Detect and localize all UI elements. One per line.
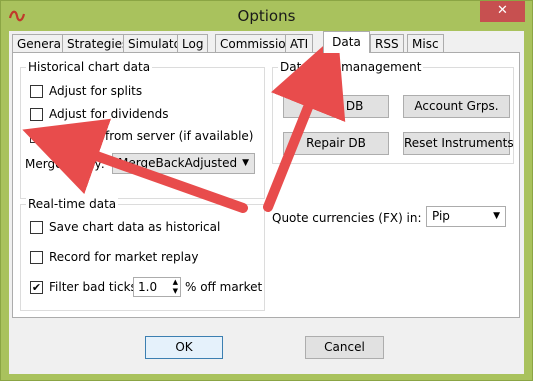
realtime-group: Real-time data Save chart data as histor… [20, 197, 265, 311]
quote-currencies-select[interactable]: Pip ▼ [426, 206, 506, 227]
account-groups-button[interactable]: Account Grps. [403, 95, 510, 118]
realtime-group-title: Real-time data [26, 197, 119, 211]
adjust-dividends-checkbox[interactable] [30, 107, 43, 121]
database-group: Database management Reset DB Account Grp… [272, 60, 514, 164]
tab-general[interactable]: General [12, 34, 70, 52]
filter-percent-value: 1.0 [138, 280, 158, 294]
ok-button[interactable]: OK [145, 336, 223, 359]
save-chart-label: Save chart data as historical [49, 220, 221, 234]
record-replay-checkbox[interactable] [30, 250, 43, 264]
spin-down-icon[interactable]: ▼ [173, 287, 178, 295]
data-tab-panel: Historical chart data Adjust for splits … [12, 52, 520, 318]
tab-log[interactable]: Log [177, 34, 209, 52]
quote-currencies-label: Quote currencies (FX) in: [272, 211, 422, 225]
historical-group-title: Historical chart data [26, 60, 153, 74]
spin-up-icon[interactable]: ▲ [173, 278, 178, 286]
save-chart-checkbox[interactable] [30, 220, 43, 234]
adjust-splits-option[interactable]: Adjust for splits [30, 83, 142, 99]
tab-data[interactable]: Data [323, 31, 370, 53]
get-from-server-option[interactable]: ✔ Get data from server (if available) [30, 128, 254, 144]
record-replay-option[interactable]: Record for market replay [30, 249, 198, 265]
close-button[interactable]: ✕ [480, 1, 525, 22]
filter-bad-label: Filter bad ticks [49, 280, 137, 294]
tab-rss[interactable]: RSS [370, 34, 404, 52]
options-window: Options ✕ General Strategies Simulator L… [0, 0, 533, 381]
database-group-title: Database management [278, 60, 424, 74]
reset-db-button[interactable]: Reset DB [283, 95, 389, 118]
historical-group: Historical chart data Adjust for splits … [20, 60, 265, 199]
off-market-label: % off market [185, 280, 263, 294]
reset-instruments-button[interactable]: Reset Instruments [403, 132, 514, 155]
title-bar: Options ✕ [1, 1, 532, 31]
record-replay-label: Record for market replay [49, 250, 199, 264]
merge-policy-label: Merge policy: [25, 157, 105, 171]
merge-policy-value: MergeBackAdjusted [118, 156, 238, 170]
repair-db-button[interactable]: Repair DB [283, 132, 389, 155]
filter-bad-option[interactable]: ✔ Filter bad ticks [30, 279, 137, 295]
cancel-button[interactable]: Cancel [305, 336, 384, 359]
get-from-server-label: Get data from server (if available) [49, 129, 254, 143]
window-title: Options [237, 7, 296, 25]
tab-misc[interactable]: Misc [407, 34, 444, 52]
tab-ati[interactable]: ATI [285, 34, 314, 52]
adjust-splits-label: Adjust for splits [49, 84, 143, 98]
chevron-down-icon: ▼ [493, 211, 500, 221]
save-chart-option[interactable]: Save chart data as historical [30, 219, 220, 235]
quote-currencies-value: Pip [432, 209, 450, 223]
chevron-down-icon: ▼ [242, 158, 249, 168]
dialog-client: General Strategies Simulator Log Commiss… [9, 31, 524, 374]
adjust-dividends-option[interactable]: Adjust for dividends [30, 106, 169, 122]
adjust-dividends-label: Adjust for dividends [49, 107, 169, 121]
merge-policy-select[interactable]: MergeBackAdjusted ▼ [112, 153, 255, 174]
filter-bad-checkbox[interactable]: ✔ [30, 280, 43, 294]
filter-percent-stepper[interactable]: 1.0 ▲ ▼ [133, 277, 181, 297]
adjust-splits-checkbox[interactable] [30, 84, 43, 98]
get-from-server-checkbox[interactable]: ✔ [30, 129, 43, 143]
